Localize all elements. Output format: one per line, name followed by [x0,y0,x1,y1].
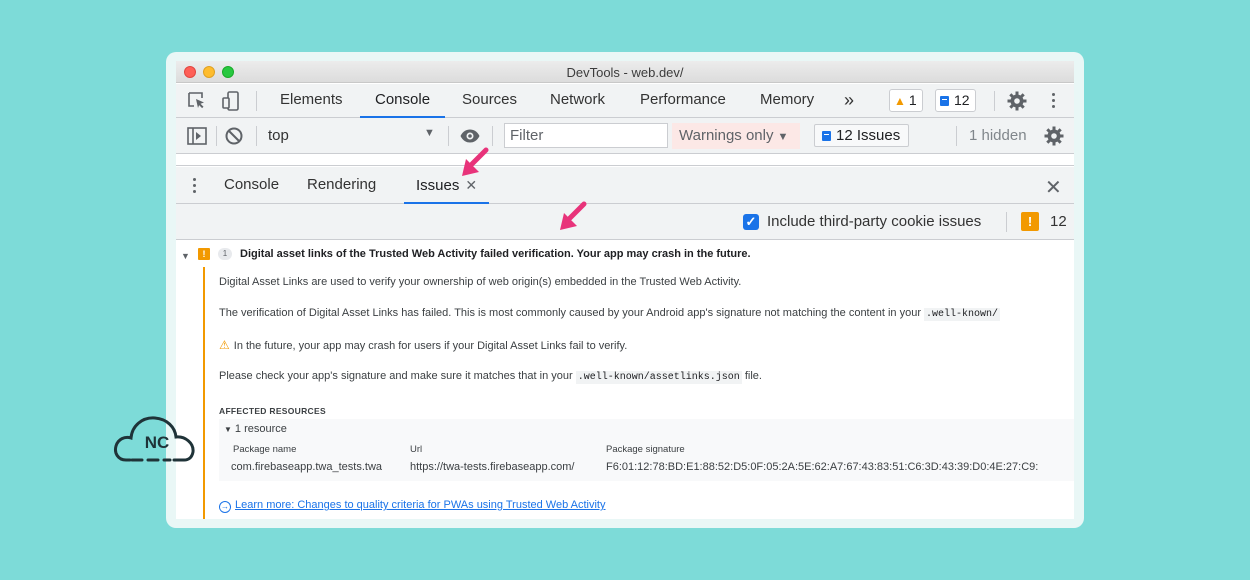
column-header: Package name [233,444,297,455]
warning-icon: ⚠ [219,338,230,352]
tab-console[interactable]: Console [360,84,446,118]
title-bar: DevTools - web.dev/ [176,61,1074,83]
table-cell-url: https://twa-tests.firebaseapp.com/ [410,461,575,473]
close-drawer-icon[interactable]: ✕ [1045,175,1062,200]
toolbar-divider [216,126,217,146]
tab-network[interactable]: Network [550,84,605,118]
filter-input[interactable]: Filter [504,123,668,148]
log-levels-dropdown[interactable]: Warnings only ▼ [672,123,800,149]
toolbar-divider [1006,212,1007,232]
drawer-tabbar: Console Rendering Issues ✕ ✕ [176,167,1074,204]
toolbar-divider [256,126,257,146]
sidebar-toggle-icon[interactable] [186,125,208,147]
console-output-area [176,154,1074,166]
toolbar-divider [448,126,449,146]
issues-panel: ▼ ! 1 Digital asset links of the Trusted… [176,241,1074,519]
message-icon [940,96,949,106]
third-party-cookie-checkbox[interactable]: ✓ [743,214,759,230]
column-header: Url [410,444,423,455]
issue-explanation: The verification of Digital Asset Links … [219,307,1001,321]
drawer-tab-console[interactable]: Console [224,167,279,204]
toolbar-divider [994,91,995,111]
toolbar-divider [256,91,257,111]
issue-header[interactable]: ▼ ! 1 Digital asset links of the Trusted… [176,241,1074,267]
resource-toggle[interactable]: ▼ 1 resource [224,423,287,435]
toolbar-divider [492,126,493,146]
issues-toolbar: ✓ Include third-party cookie issues ! 12 [176,204,1074,240]
issue-occurrence-count: 1 [218,248,232,260]
nc-cloud-logo: NC [114,416,195,462]
issue-recommendation: Please check your app's signature and ma… [219,370,762,384]
svg-text:NC: NC [145,433,170,452]
context-selector[interactable]: top [268,127,289,144]
tab-performance[interactable]: Performance [640,84,726,118]
issue-severity-icon: ! [198,248,210,260]
learn-more-link[interactable]: → Learn more: Changes to quality criteria… [219,499,606,513]
issue-warning-icon: ! [1021,212,1039,231]
console-settings-gear-icon[interactable] [1043,125,1065,147]
drawer-menu-icon[interactable] [193,178,197,194]
chevron-down-icon: ▼ [777,131,789,143]
clear-console-icon[interactable] [223,125,245,147]
customize-menu-icon[interactable] [1052,93,1056,108]
column-header: Package signature [606,444,685,455]
device-toolbar-icon[interactable] [220,90,242,112]
toolbar-divider [956,126,957,146]
messages-counter[interactable]: 12 [935,89,976,112]
more-tabs-button[interactable]: » [844,84,854,118]
live-expression-eye-icon[interactable] [459,125,481,147]
issue-warning-text: ⚠ In the future, your app may crash for u… [219,338,628,352]
chevron-down-icon[interactable]: ▼ [424,127,435,139]
devtools-window: DevTools - web.dev/ Elements Console Sou… [176,61,1074,519]
issue-count: 12 [1050,213,1067,230]
console-toolbar: top ▼ Filter Warnings only ▼ 12 Issues 1 … [176,118,1074,154]
hidden-messages-count: 1 hidden [969,127,1027,144]
window-title: DevTools - web.dev/ [566,65,684,80]
inspect-element-icon[interactable] [186,90,208,112]
checkbox-label: Include third-party cookie issues [767,213,982,230]
tab-sources[interactable]: Sources [462,84,517,118]
warnings-counter[interactable]: ▲ 1 [889,89,923,112]
issue-flag-icon [822,131,831,141]
warning-icon: ▲ [894,94,906,108]
issue-title: Digital asset links of the Trusted Web A… [240,248,751,260]
issue-description: Digital Asset Links are used to verify y… [219,276,742,288]
annotation-arrow-icon [560,201,587,230]
affected-resources-heading: AFFECTED RESOURCES [219,406,326,416]
table-cell-package-name: com.firebaseapp.twa_tests.twa [231,461,383,473]
issues-counter-button[interactable]: 12 Issues [814,124,910,147]
expand-caret-icon[interactable]: ▼ [181,251,190,261]
tab-elements[interactable]: Elements [280,84,343,118]
chevron-down-icon: ▼ [224,425,232,434]
issue-severity-bar [203,267,205,519]
main-toolbar: Elements Console Sources Network Perform… [176,84,1074,118]
settings-gear-icon[interactable] [1006,90,1028,112]
arrow-right-circle-icon: → [219,501,231,513]
tab-memory[interactable]: Memory [760,84,814,118]
drawer-tab-rendering[interactable]: Rendering [307,167,376,204]
table-cell-signature: F6:01:12:78:BD:E1:88:52:D5:0F:05:2A:5E:6… [606,461,1039,473]
annotation-arrow-icon [462,147,489,176]
affected-resources-table: ▼ 1 resource Package name Url Package sig… [219,419,1074,481]
